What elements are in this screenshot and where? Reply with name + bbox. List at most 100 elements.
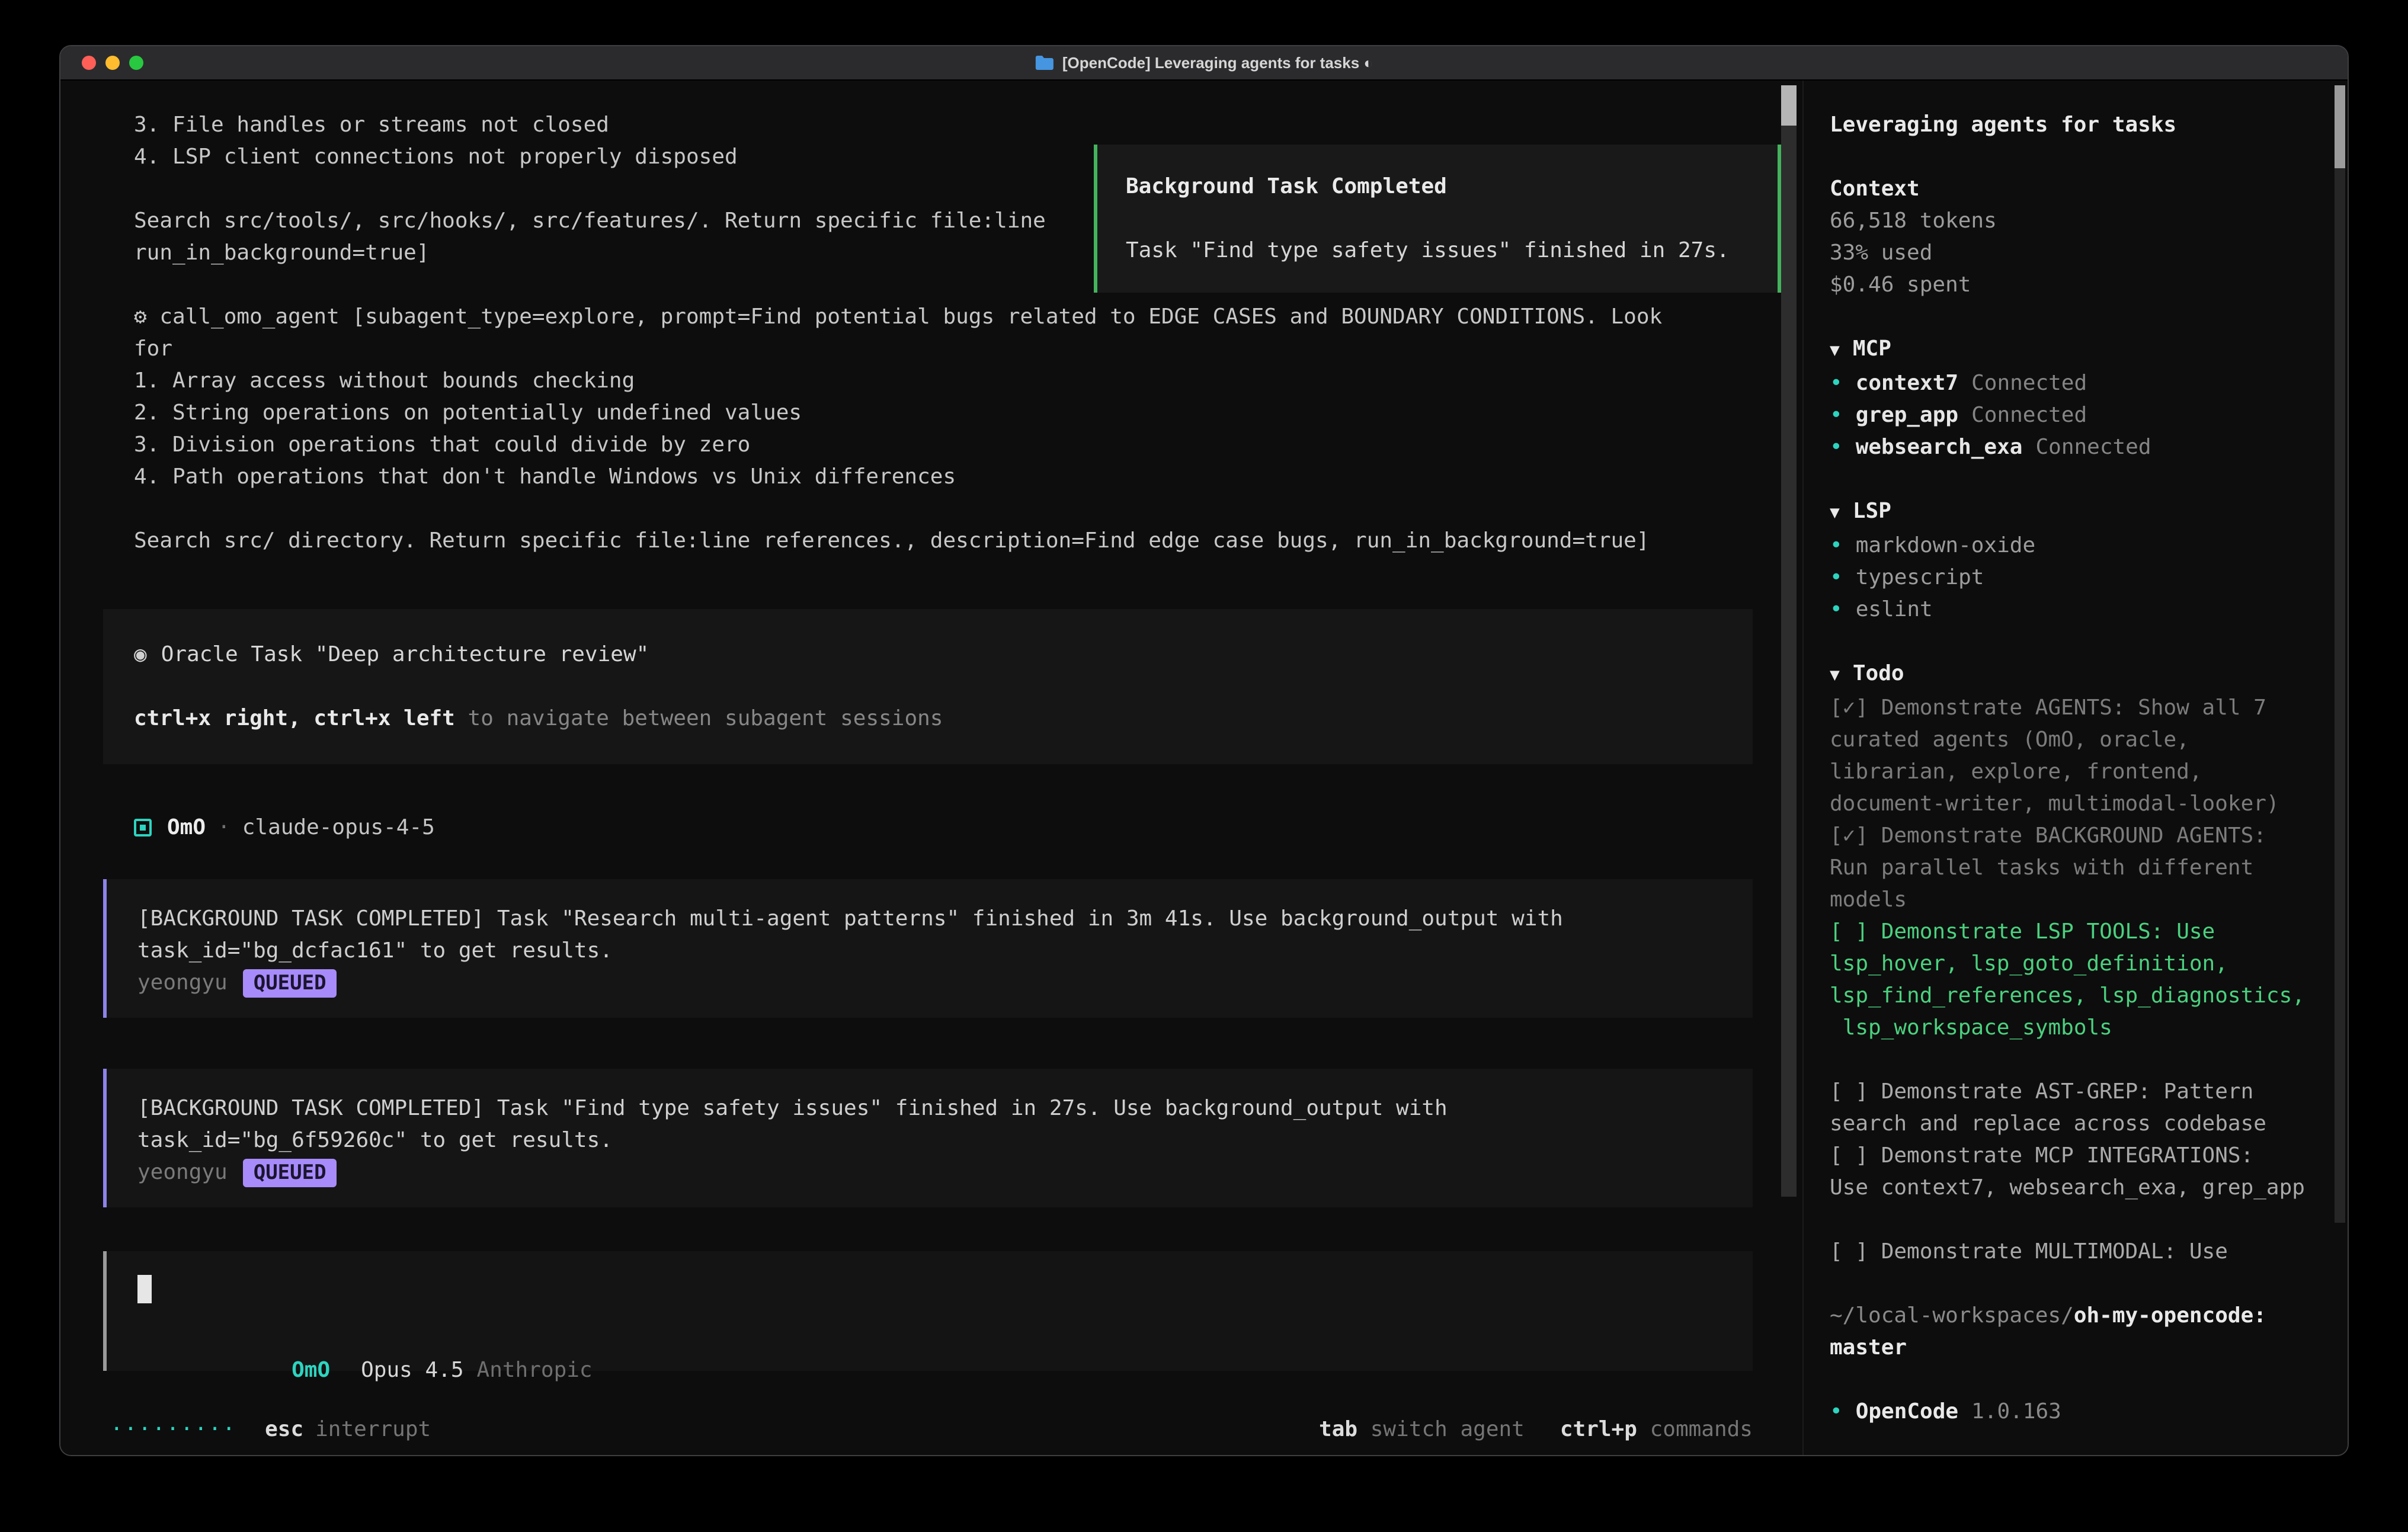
switch-agent-hint: tab switch agent [1319, 1414, 1525, 1446]
status-bar: ········· esc interrupt tab switch agent… [103, 1414, 1753, 1446]
mcp-heading: MCP [1853, 336, 1891, 361]
status-right: tab switch agent ctrl+p commands [1319, 1414, 1753, 1446]
navigation-hint-text: to navigate between subagent sessions [455, 706, 943, 731]
interrupt-label: interrupt [315, 1414, 431, 1446]
prompt-input[interactable]: OmOOpus 4.5Anthropic [103, 1251, 1753, 1371]
toast-title: Background Task Completed [1126, 171, 1749, 203]
navigation-hint: ctrl+x right, ctrl+x left to navigate be… [134, 703, 1722, 735]
screen: [OpenCode] Leveraging agents for tasks ◐… [0, 0, 2408, 1532]
navigation-hint-keys: ctrl+x right, ctrl+x left [134, 706, 455, 731]
lsp-item: • typescript [1830, 562, 2348, 594]
spinner-dots: ········· [110, 1414, 236, 1446]
todo-item-ast-grep: [ ] Demonstrate AST-GREP: Pattern search… [1830, 1076, 2348, 1140]
message-author: yeongyu [137, 1156, 228, 1188]
session-title: Leveraging agents for tasks [1830, 109, 2348, 141]
app-version: 1.0.163 [1971, 1399, 2061, 1424]
titlebar[interactable]: [OpenCode] Leveraging agents for tasks ◐ [60, 46, 2348, 81]
bullet-icon: • [1830, 403, 1843, 428]
context-tokens: 66,518 tokens [1830, 205, 2348, 237]
minimize-button[interactable] [105, 56, 120, 70]
lsp-server-name: typescript [1856, 565, 1984, 590]
bullet-icon: • [1830, 565, 1843, 590]
message-card: [BACKGROUND TASK COMPLETED] Task "Resear… [103, 879, 1753, 1018]
esc-key-hint: esc [265, 1414, 303, 1446]
input-cursor-row [137, 1273, 1722, 1305]
message-meta: yeongyu QUEUED [137, 967, 1722, 999]
toast-spacer [1126, 203, 1749, 235]
mcp-section-header[interactable]: ▼ MCP [1830, 333, 2348, 367]
queued-badge: QUEUED [243, 969, 337, 997]
status-left: ········· esc interrupt [103, 1414, 431, 1446]
oracle-task-title: Oracle Task "Deep architecture review" [161, 642, 649, 667]
sidebar-scrollbar-thumb[interactable] [2335, 85, 2345, 168]
workspace-path-prefix: ~/local-workspaces/ [1830, 1303, 2074, 1328]
app-version-row: • OpenCode 1.0.163 [1830, 1396, 2348, 1428]
workspace-repo: oh-my-opencode: [2074, 1303, 2266, 1328]
fisheye-icon: ◉ [134, 642, 147, 667]
bullet-icon: • [1830, 1399, 1843, 1424]
mcp-server-status: Connected [1971, 403, 2087, 428]
todo-item-mcp-integrations: [ ] Demonstrate MCP INTEGRATIONS: Use co… [1830, 1140, 2348, 1204]
commands-hint: ctrl+p commands [1560, 1414, 1753, 1446]
context-heading: Context [1830, 173, 2348, 205]
message-card: [BACKGROUND TASK COMPLETED] Task "Find t… [103, 1069, 1753, 1207]
agent-row: OmO · claude-opus-4-5 [134, 812, 1802, 844]
mcp-server-name: context7 [1856, 371, 1958, 396]
input-meta: OmOOpus 4.5Anthropic [137, 1322, 1722, 1354]
close-button[interactable] [82, 56, 96, 70]
app-name: OpenCode [1856, 1399, 1958, 1424]
tab-key-hint: tab [1319, 1417, 1357, 1442]
lsp-item: •eslint [1830, 594, 2348, 626]
main-scrollbar[interactable] [1781, 85, 1797, 1197]
zoom-button[interactable] [129, 56, 143, 70]
collapse-triangle-icon: ▼ [1830, 666, 1840, 685]
commands-label: commands [1650, 1417, 1753, 1442]
input-agent-name: OmO [292, 1358, 330, 1383]
bullet-icon: • [1830, 533, 1843, 558]
toast-body: Task "Find type safety issues" finished … [1126, 235, 1749, 267]
message-text: [BACKGROUND TASK COMPLETED] Task "Find t… [137, 1092, 1722, 1156]
input-provider: Anthropic [477, 1358, 593, 1383]
queued-badge: QUEUED [243, 1158, 337, 1187]
switch-agent-label: switch agent [1370, 1417, 1525, 1442]
lsp-item: •markdown-oxide [1830, 530, 2348, 562]
text-cursor [137, 1275, 152, 1303]
sidebar: Leveraging agents for tasks Context 66,5… [1802, 81, 2348, 1455]
window-controls [82, 56, 143, 70]
folder-icon [1035, 55, 1054, 70]
todo-section-header[interactable]: ▼ Todo [1830, 658, 2348, 692]
agent-name: OmO [167, 812, 206, 844]
opencode-window: [OpenCode] Leveraging agents for tasks ◐… [59, 45, 2349, 1456]
bullet-icon: • [1830, 435, 1843, 460]
mcp-server-status: Connected [1971, 371, 2087, 396]
todo-item-agents: [✓] Demonstrate AGENTS: Show all 7 curat… [1830, 692, 2348, 820]
workspace-branch: master [1830, 1332, 2348, 1364]
background-task-toast: Background Task Completed Task "Find typ… [1094, 145, 1781, 293]
lsp-section-header[interactable]: ▼LSP [1830, 495, 2348, 530]
window-content: 3. File handles or streams not closed 4.… [60, 81, 2348, 1455]
mcp-server-name: grep_app [1856, 403, 1958, 428]
message-text: [BACKGROUND TASK COMPLETED] Task "Resear… [137, 903, 1722, 967]
main-scrollbar-thumb[interactable] [1781, 85, 1797, 126]
oracle-spacer [134, 671, 1722, 703]
window-title-text: [OpenCode] Leveraging agents for tasks ◐ [1062, 54, 1373, 72]
context-used: 33% used [1830, 237, 2348, 269]
todo-item-multimodal: [ ] Demonstrate MULTIMODAL: Use [1830, 1236, 2348, 1268]
separator-dot: · [217, 812, 230, 844]
lsp-heading: LSP [1853, 499, 1891, 524]
mcp-item: • websearch_exa Connected [1830, 431, 2348, 463]
todo-heading: Todo [1853, 661, 1904, 686]
todo-item-lsp-tools: [ ] Demonstrate LSP TOOLS: Use lsp_hover… [1830, 916, 2348, 1044]
bullet-icon: • [1830, 371, 1843, 396]
window-title: [OpenCode] Leveraging agents for tasks ◐ [1035, 54, 1373, 72]
message-meta: yeongyu QUEUED [137, 1156, 1722, 1188]
oracle-task-panel: ◉Oracle Task "Deep architecture review" … [103, 609, 1753, 764]
todo-item-background-agents: [✓] Demonstrate BACKGROUND AGENTS: Run p… [1830, 820, 2348, 916]
sidebar-scrollbar[interactable] [2335, 85, 2345, 1223]
main-pane: 3. File handles or streams not closed 4.… [60, 81, 1802, 1455]
mcp-item: • grep_app Connected [1830, 399, 2348, 431]
workspace-path: ~/local-workspaces/oh-my-opencode: [1830, 1300, 2348, 1332]
mcp-server-status: Connected [2035, 435, 2151, 460]
collapse-triangle-icon: ▼ [1830, 341, 1840, 360]
mcp-server-name: websearch_exa [1856, 435, 2023, 460]
